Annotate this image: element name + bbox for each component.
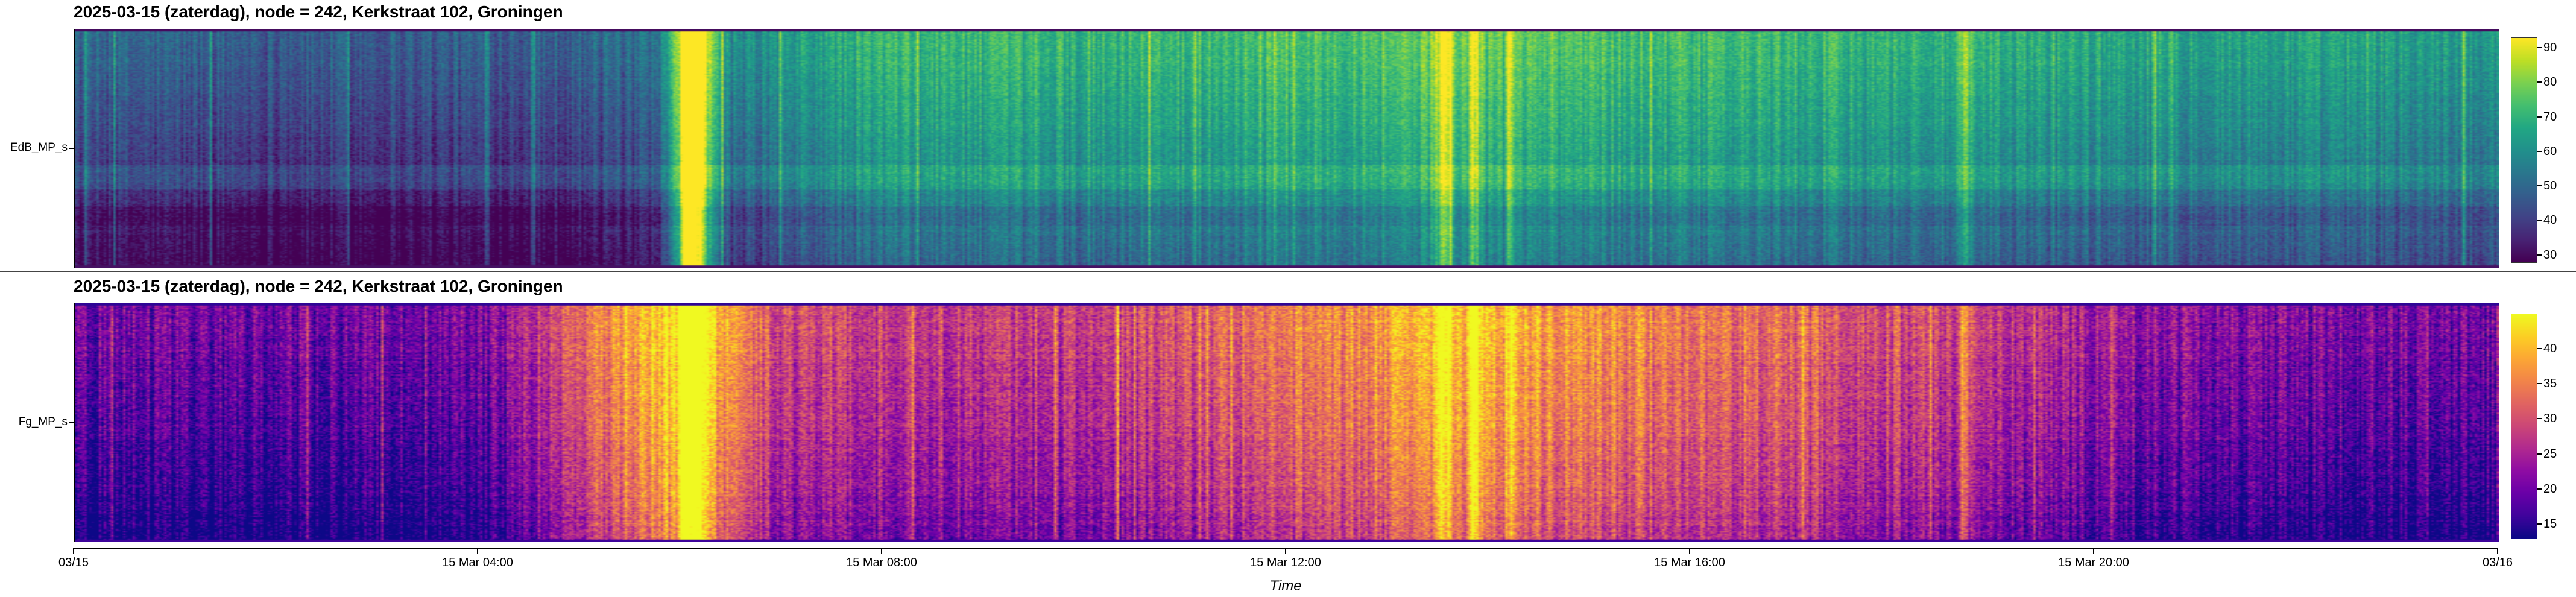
panel1-ytick <box>69 148 74 149</box>
colorbar-tick <box>2537 348 2542 350</box>
colorbar-tick <box>2537 523 2542 525</box>
x-tick <box>2093 548 2094 554</box>
x-tick <box>2497 548 2498 554</box>
colorbar-tick-label: 30 <box>2543 412 2557 426</box>
panel2-ylabel: Fg_MP_s <box>18 415 68 428</box>
colorbar-tick-label: 20 <box>2543 482 2557 496</box>
colorbar-tick-label: 40 <box>2543 213 2557 227</box>
panel1-ylabel: EdB_MP_s <box>10 141 68 154</box>
colorbar-tick-label: 30 <box>2543 248 2557 262</box>
colorbar-tick-label: 60 <box>2543 144 2557 158</box>
panel1-colorbar <box>2511 37 2537 263</box>
panel2-colorbar <box>2511 314 2537 539</box>
panel-divider <box>0 271 2576 272</box>
x-tick <box>1285 548 1286 554</box>
colorbar-tick <box>2537 383 2542 385</box>
x-tick <box>73 548 74 554</box>
panel2-title: 2025-03-15 (zaterdag), node = 242, Kerks… <box>74 277 563 295</box>
colorbar-tick <box>2537 453 2542 455</box>
colorbar-tick <box>2537 150 2542 152</box>
colorbar-tick-label: 35 <box>2543 377 2557 391</box>
x-tick-label: 15 Mar 04:00 <box>442 556 513 569</box>
x-tick-label: 15 Mar 20:00 <box>2058 556 2129 569</box>
colorbar-tick <box>2537 488 2542 490</box>
x-tick-label: 03/15 <box>58 556 89 569</box>
colorbar-tick <box>2537 81 2542 83</box>
panel2-ytick <box>69 422 74 423</box>
colorbar-tick <box>2537 116 2542 118</box>
colorbar-tick <box>2537 185 2542 187</box>
x-tick <box>1689 548 1690 554</box>
x-tick-label: 15 Mar 12:00 <box>1250 556 1321 569</box>
x-tick-label: 15 Mar 16:00 <box>1654 556 1725 569</box>
colorbar-tick-label: 25 <box>2543 447 2557 461</box>
colorbar-tick-label: 50 <box>2543 179 2557 193</box>
x-tick-label: 03/16 <box>2482 556 2513 569</box>
x-tick <box>881 548 882 554</box>
colorbar-tick-label: 90 <box>2543 41 2557 55</box>
x-axis-label: Time <box>1269 578 1302 594</box>
colorbar-tick-label: 80 <box>2543 75 2557 89</box>
panel1-title: 2025-03-15 (zaterdag), node = 242, Kerks… <box>74 2 563 21</box>
colorbar-tick <box>2537 418 2542 420</box>
x-tick-label: 15 Mar 08:00 <box>846 556 917 569</box>
colorbar-tick-label: 40 <box>2543 342 2557 356</box>
colorbar-tick-label: 15 <box>2543 517 2557 531</box>
colorbar-tick-label: 70 <box>2543 110 2557 124</box>
x-tick <box>477 548 478 554</box>
panel2-heatmap <box>74 303 2499 542</box>
colorbar-tick <box>2537 220 2542 221</box>
colorbar-tick <box>2537 254 2542 256</box>
panel1-heatmap <box>74 29 2499 268</box>
colorbar-tick <box>2537 47 2542 49</box>
